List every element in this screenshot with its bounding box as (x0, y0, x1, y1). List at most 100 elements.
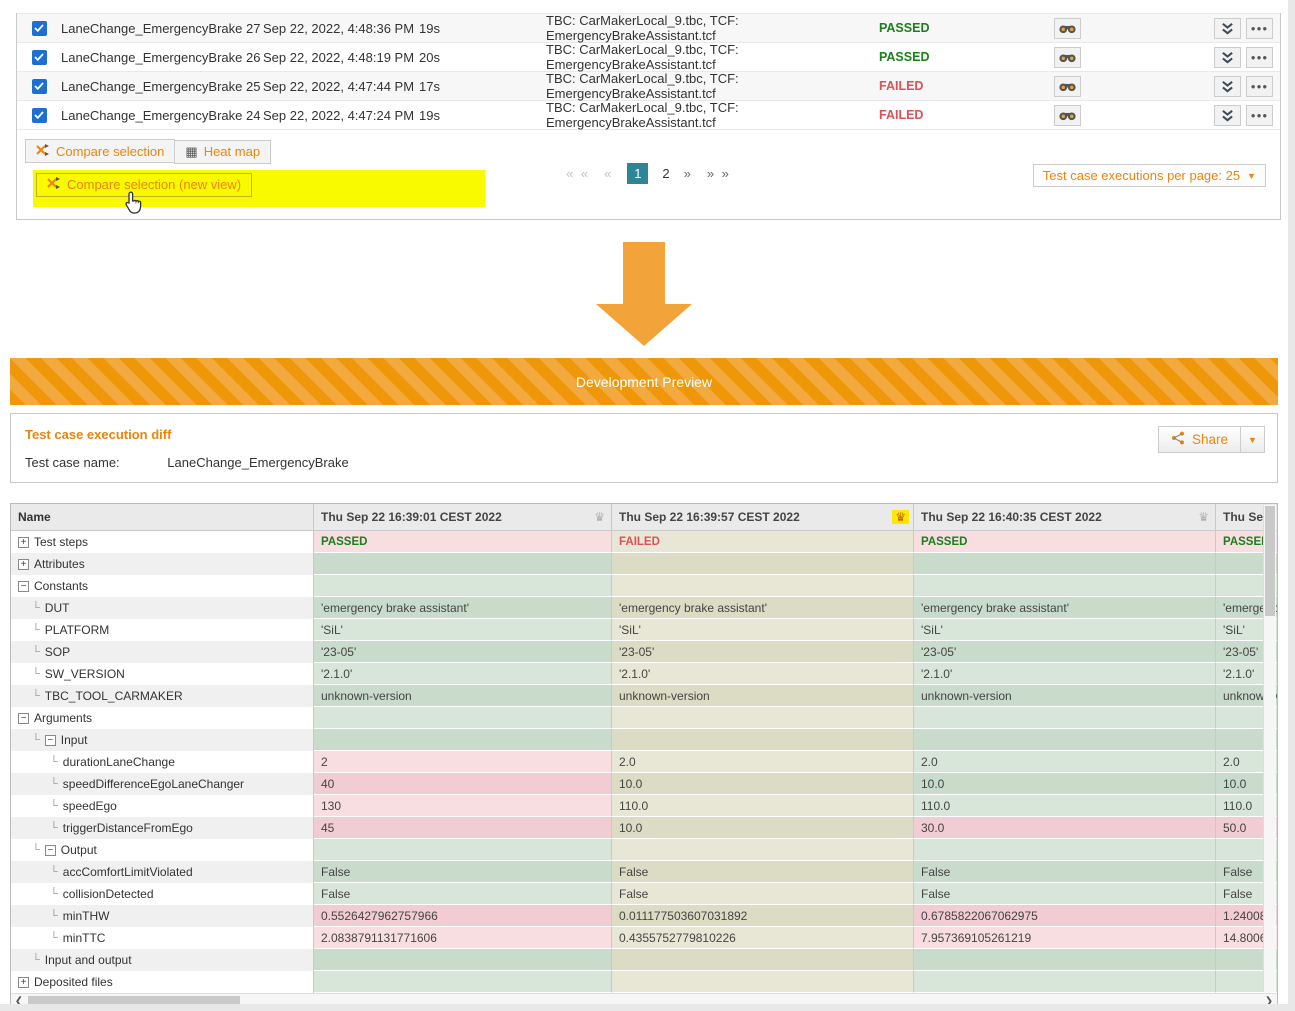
execution-date-cell: Sep 22, 2022, 4:47:44 PM (263, 79, 419, 94)
row-checkbox-checked[interactable] (32, 50, 47, 65)
diff-value-cell: 130 (314, 795, 612, 817)
tree-elbow-icon: └ (32, 690, 40, 702)
tree-elbow-icon: └ (32, 734, 40, 746)
diff-value-cell (612, 949, 914, 971)
caret-down-icon: ▼ (1248, 435, 1257, 445)
toggle-collapse-icon[interactable]: − (45, 735, 56, 746)
vertical-scrollbar[interactable] (1263, 505, 1276, 992)
checkbox-cell (17, 21, 61, 36)
double-chevron-down-button[interactable] (1214, 47, 1241, 68)
toggle-expand-icon[interactable]: + (18, 537, 29, 548)
details-cell (1027, 18, 1107, 39)
diff-row-name: └collisionDetected (11, 883, 314, 905)
diff-value-cell (914, 971, 1216, 993)
diff-value-cell: 30.0 (914, 817, 1216, 839)
diff-column-header: Thu Sep 22 16:39:01 CEST 2022♛ (314, 504, 612, 531)
tree-elbow-icon: └ (32, 954, 40, 966)
horizontal-scrollbar-thumb[interactable] (28, 996, 240, 1004)
executions-table: LaneChange_EmergencyBrake 27Sep 22, 2022… (17, 13, 1280, 130)
diff-value-cell: unknown-version (314, 685, 612, 707)
crown-icon[interactable]: ♛ (594, 510, 605, 524)
diff-row-name[interactable]: +Deposited files (11, 971, 314, 993)
page: LaneChange_EmergencyBrake 27Sep 22, 2022… (0, 0, 1288, 1004)
share-dropdown-button[interactable]: ▼ (1241, 426, 1265, 453)
config-cell: TBC: CarMakerLocal_9.tbc, TCF: Emergency… (546, 71, 879, 101)
pagination-first[interactable]: « « (566, 166, 590, 181)
ellipsis-button[interactable]: ●●● (1246, 47, 1273, 68)
diff-row-name[interactable]: +Test steps (11, 531, 314, 553)
row-checkbox-checked[interactable] (32, 79, 47, 94)
diff-column-header: Thu Sep 22 16:39:57 CEST 2022♛ (612, 504, 914, 531)
diff-row-name[interactable]: −Arguments (11, 707, 314, 729)
ellipsis-button[interactable]: ●●● (1246, 105, 1273, 126)
test-case-name-label: Test case name: (25, 455, 120, 470)
per-page-selector[interactable]: Test case executions per page: 25 ▼ (1033, 164, 1266, 187)
scroll-right-icon[interactable]: ❯ (1261, 996, 1277, 1004)
diff-row-label: Attributes (34, 557, 85, 571)
pagination-page-2[interactable]: 2 (662, 166, 669, 181)
diff-value-cell: PASSED (314, 531, 612, 553)
pagination-last[interactable]: » » (707, 166, 731, 181)
diff-value-cell: unknown-version (914, 685, 1216, 707)
binoculars-button[interactable] (1054, 105, 1081, 126)
crown-reference-icon[interactable]: ♛ (892, 510, 909, 524)
duration-cell: 19s (419, 108, 546, 123)
test-case-name-cell: LaneChange_EmergencyBrake 24 (61, 108, 263, 123)
row-checkbox-checked[interactable] (32, 21, 47, 36)
tree-elbow-icon: └ (32, 602, 40, 614)
toggle-collapse-icon[interactable]: − (45, 845, 56, 856)
double-chevron-down-button[interactable] (1214, 105, 1241, 126)
toggle-expand-icon[interactable]: + (18, 977, 29, 988)
diff-row-label: minTTC (63, 931, 106, 945)
execution-date-cell: Sep 22, 2022, 4:48:36 PM (263, 21, 419, 36)
diff-row: −Arguments (11, 707, 1277, 729)
diff-table-panel: NameThu Sep 22 16:39:01 CEST 2022♛Thu Se… (10, 503, 1278, 1004)
row-checkbox-checked[interactable] (32, 108, 47, 123)
diff-row-name[interactable]: └−Input (11, 729, 314, 751)
diff-row-label: collisionDetected (63, 887, 154, 901)
diff-row-name[interactable]: └−Output (11, 839, 314, 861)
diff-row-name: └accComfortLimitViolated (11, 861, 314, 883)
binoculars-button[interactable] (1054, 76, 1081, 97)
pagination-page-1-active[interactable]: 1 (627, 163, 648, 184)
binoculars-button[interactable] (1054, 18, 1081, 39)
diff-row-name: └minTTC (11, 927, 314, 949)
binoculars-button[interactable] (1054, 47, 1081, 68)
crown-icon[interactable]: ♛ (1198, 510, 1209, 524)
diff-row-name: └durationLaneChange (11, 751, 314, 773)
diff-row-name: └speedEgo (11, 795, 314, 817)
toggle-expand-icon[interactable]: + (18, 559, 29, 570)
duration-cell: 17s (419, 79, 546, 94)
diff-row-label: accComfortLimitViolated (63, 865, 193, 879)
diff-row: └collisionDetectedFalseFalseFalseFalse (11, 883, 1277, 905)
table-row: LaneChange_EmergencyBrake 25Sep 22, 2022… (17, 71, 1280, 100)
ellipsis-button[interactable]: ●●● (1246, 76, 1273, 97)
heat-map-button[interactable]: ▦ Heat map (174, 140, 271, 164)
diff-row: └durationLaneChange22.02.02.0 (11, 751, 1277, 773)
diff-row: └SW_VERSION'2.1.0''2.1.0''2.1.0''2.1.0' (11, 663, 1277, 685)
checkbox-cell (17, 79, 61, 94)
toggle-collapse-icon[interactable]: − (18, 581, 29, 592)
share-button[interactable]: Share (1158, 426, 1241, 453)
scroll-left-icon[interactable]: ❮ (11, 996, 27, 1004)
ellipsis-icon: ●●● (1251, 53, 1269, 62)
diff-value-cell: 10.0 (612, 817, 914, 839)
diff-value-cell: 'emergency brake assistant' (314, 597, 612, 619)
diff-value-cell (314, 729, 612, 751)
double-chevron-down-button[interactable] (1214, 18, 1241, 39)
ellipsis-button[interactable]: ●●● (1246, 18, 1273, 39)
diff-row-label: SOP (45, 645, 70, 659)
diff-value-cell: '23-05' (314, 641, 612, 663)
diff-row-name[interactable]: + Attributes (11, 553, 314, 575)
double-chevron-down-button[interactable] (1214, 76, 1241, 97)
diff-value-cell: 7.957369105261219 (914, 927, 1216, 949)
compare-selection-button[interactable]: Compare selection (25, 139, 175, 163)
diff-row-name[interactable]: −Constants (11, 575, 314, 597)
tree-elbow-icon: └ (50, 756, 58, 768)
vertical-scrollbar-thumb[interactable] (1265, 506, 1275, 616)
horizontal-scrollbar[interactable]: ❮ ❯ (11, 993, 1277, 1004)
toggle-collapse-icon[interactable]: − (18, 713, 29, 724)
pagination-next[interactable]: » (684, 166, 693, 181)
pagination-prev[interactable]: « (604, 166, 613, 181)
diff-value-cell: 'SiL' (914, 619, 1216, 641)
